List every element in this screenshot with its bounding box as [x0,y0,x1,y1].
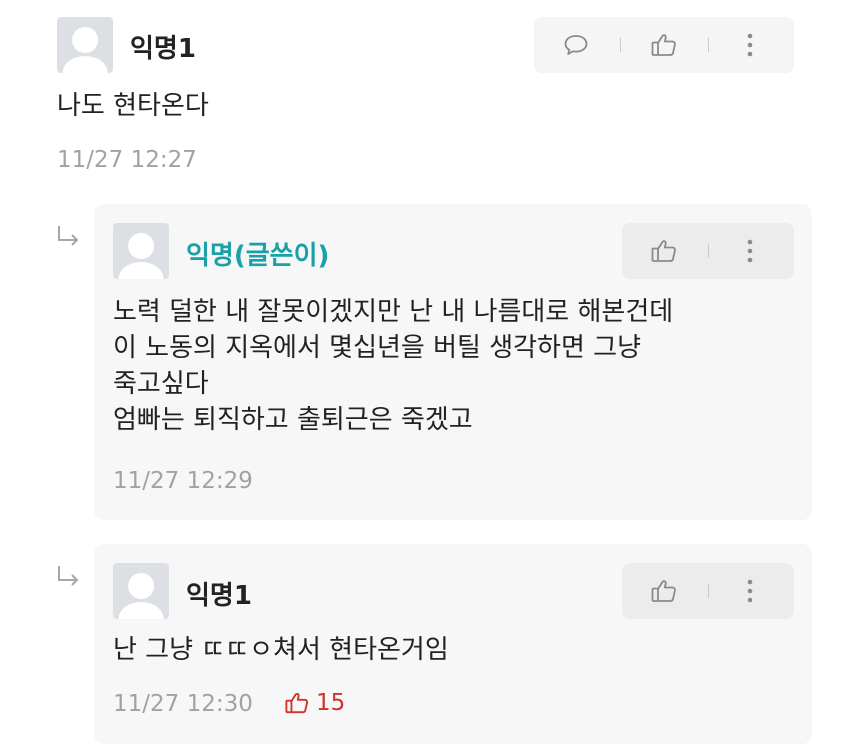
comment-text-line: 이 노동의 지옥에서 몇십년을 버틸 생각하면 그냥 [113,333,641,363]
more-options-button[interactable] [732,17,768,73]
more-icon [747,239,753,263]
reply-arrow-icon [58,226,79,246]
more-icon [747,579,753,603]
comment-timestamp: 11/27 12:30 [113,691,253,717]
thumbs-up-icon [651,34,676,56]
more-options-button[interactable] [732,223,768,279]
divider [620,38,621,52]
comment-text: 난 그냥 ㄸㄸㅇ쳐서 현타온거임 [113,635,449,665]
divider [708,38,709,52]
like-button[interactable] [642,17,686,73]
comment-text: 노력 덜한 내 잘못이겠지만 난 내 나름대로 해본건데 이 노동의 지옥에서 … [113,294,673,438]
comment-action-bar [622,223,794,279]
avatar [113,563,169,619]
thumbs-up-icon [651,580,676,602]
comment-text-line: 노력 덜한 내 잘못이겠지만 난 내 나름대로 해본건데 [113,297,674,327]
avatar [113,223,169,279]
comment-author-name: 익명(글쓴이) [186,241,330,271]
comment-icon [564,35,588,55]
reply-item: 익명1 난 그냥 ㄸㄸㅇ쳐서 현타온거임 11/27 12:30 15 [94,544,812,744]
comment-timestamp: 11/27 12:27 [57,147,197,173]
comment-timestamp: 11/27 12:29 [113,468,253,494]
comment-action-bar [534,17,794,73]
like-button[interactable] [642,563,686,619]
more-icon [747,33,753,57]
thumbs-up-icon [651,240,676,262]
divider [708,244,709,258]
comment-author-name: 익명1 [186,581,252,611]
avatar [57,17,113,73]
comment-text: 나도 현타온다 [57,91,209,121]
comment-action-bar [622,563,794,619]
reply-item: 익명(글쓴이) 노력 덜한 내 잘못이겠지만 난 내 나름대로 해본건데 이 노… [94,204,812,520]
divider [708,584,709,598]
reply-arrow-icon [58,566,79,586]
like-count: 15 [316,690,346,716]
comment-text-line: 죽고싶다 [113,369,209,399]
like-button[interactable] [642,223,686,279]
comment-text-line: 엄빠는 퇴직하고 출퇴근은 죽겠고 [113,405,473,435]
comment-author-name: 익명1 [130,34,196,64]
like-count-badge: 15 [284,690,345,716]
more-options-button[interactable] [732,563,768,619]
thumbs-up-icon [285,693,309,714]
reply-button[interactable] [556,17,596,73]
